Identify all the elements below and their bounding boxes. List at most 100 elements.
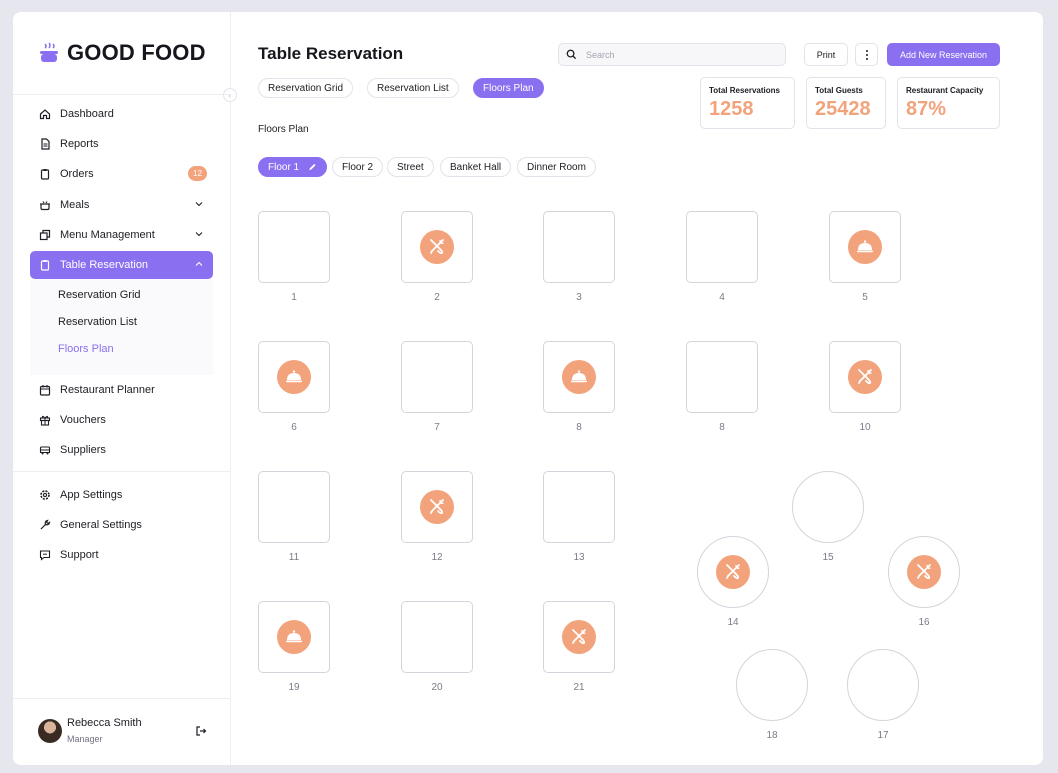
table-square[interactable] — [829, 341, 901, 413]
table-number: 8 — [719, 422, 725, 433]
sidebar-item-general-settings[interactable]: General Settings — [30, 511, 213, 539]
table-square[interactable] — [401, 341, 473, 413]
user-name: Rebecca Smith — [67, 717, 142, 729]
stat-value: 87% — [906, 98, 947, 120]
table-number: 14 — [727, 617, 739, 628]
table-square[interactable] — [543, 471, 615, 543]
table-number: 1 — [291, 292, 297, 303]
sidebar-item-label: Orders — [60, 168, 94, 180]
submenu-item-reservation-list[interactable]: Reservation List — [58, 316, 137, 328]
table-number: 10 — [859, 422, 871, 433]
sidebar-item-orders[interactable]: Orders 12 — [30, 160, 213, 188]
sidebar-item-reports[interactable]: Reports — [30, 130, 213, 158]
sidebar: GOOD FOOD ‹ Dashboard Reports Orders 12 … — [13, 12, 237, 765]
table-square[interactable] — [258, 601, 330, 673]
gear-icon — [39, 489, 51, 501]
more-options-button[interactable] — [855, 43, 878, 66]
table-square[interactable] — [543, 341, 615, 413]
table-square[interactable] — [401, 601, 473, 673]
brand-name: GOOD FOOD — [67, 40, 206, 65]
pot-logo-icon — [40, 42, 58, 62]
sidebar-item-menu-management[interactable]: Menu Management — [30, 221, 213, 249]
sidebar-item-app-settings[interactable]: App Settings — [30, 481, 213, 509]
floor-tab-floor-1[interactable]: Floor 1 — [258, 157, 327, 177]
table-number: 21 — [573, 682, 585, 693]
table-square[interactable] — [258, 341, 330, 413]
table-round[interactable] — [697, 536, 769, 608]
table-number: 15 — [822, 552, 834, 563]
search-bar[interactable] — [558, 43, 786, 66]
file-icon — [39, 138, 51, 150]
stat-label: Restaurant Capacity — [906, 86, 984, 95]
floor-tab-dinner-room[interactable]: Dinner Room — [517, 157, 596, 177]
sidebar-item-label: Reports — [60, 138, 99, 150]
divider — [13, 698, 231, 699]
floor-tab-street[interactable]: Street — [387, 157, 434, 177]
utensils-icon — [907, 555, 941, 589]
utensils-icon — [848, 360, 882, 394]
copy-icon — [39, 229, 51, 241]
table-square[interactable] — [686, 341, 758, 413]
sidebar-item-label: Dashboard — [60, 108, 114, 120]
table-round[interactable] — [792, 471, 864, 543]
search-input[interactable] — [586, 49, 776, 60]
add-new-reservation-button[interactable]: Add New Reservation — [887, 43, 1000, 66]
table-square[interactable] — [258, 471, 330, 543]
table-square[interactable] — [543, 601, 615, 673]
tab-reservation-grid[interactable]: Reservation Grid — [258, 78, 354, 98]
orders-count-badge: 12 — [188, 166, 207, 181]
table-round[interactable] — [847, 649, 919, 721]
chevron-up-icon — [195, 261, 203, 266]
sidebar-item-label: Support — [60, 549, 99, 561]
tab-reservation-list[interactable]: Reservation List — [367, 78, 459, 98]
chat-icon — [39, 549, 51, 561]
avatar — [38, 719, 62, 743]
sidebar-item-vouchers[interactable]: Vouchers — [30, 406, 213, 434]
tab-floors-plan[interactable]: Floors Plan — [473, 78, 544, 98]
table-square[interactable] — [258, 211, 330, 283]
page-title: Table Reservation — [258, 44, 404, 63]
table-square[interactable] — [829, 211, 901, 283]
floor-tab-label: Floor 1 — [268, 161, 300, 173]
sidebar-item-table-reservation[interactable]: Table Reservation — [30, 251, 213, 279]
pencil-icon[interactable] — [308, 162, 317, 172]
print-button[interactable]: Print — [804, 43, 848, 66]
sidebar-item-label: General Settings — [60, 519, 142, 531]
stat-total-guests: Total Guests 25428 — [806, 77, 886, 129]
divider — [13, 471, 231, 472]
pot-icon — [39, 199, 51, 211]
stat-value: 25428 — [815, 98, 871, 120]
floor-tab-banket-hall[interactable]: Banket Hall — [440, 157, 512, 177]
sidebar-item-meals[interactable]: Meals — [30, 191, 213, 219]
logout-icon[interactable] — [195, 725, 207, 737]
sidebar-item-restaurant-planner[interactable]: Restaurant Planner — [30, 376, 213, 404]
table-square[interactable] — [401, 471, 473, 543]
table-number: 2 — [434, 292, 440, 303]
submenu-item-reservation-grid[interactable]: Reservation Grid — [58, 289, 141, 301]
sidebar-item-support[interactable]: Support — [30, 541, 213, 569]
wrench-icon — [39, 519, 51, 531]
table-number: 7 — [434, 422, 440, 433]
sidebar-item-suppliers[interactable]: Suppliers — [30, 436, 213, 464]
floor-tab-floor-2[interactable]: Floor 2 — [332, 157, 384, 177]
stat-label: Total Guests — [815, 86, 863, 95]
table-number: 19 — [288, 682, 300, 693]
utensils-icon — [420, 490, 454, 524]
sidebar-item-label: App Settings — [60, 489, 123, 501]
table-round[interactable] — [888, 536, 960, 608]
table-square[interactable] — [401, 211, 473, 283]
submenu-item-floors-plan[interactable]: Floors Plan — [58, 343, 114, 355]
logo[interactable]: GOOD FOOD — [39, 40, 206, 66]
stat-total-reservations: Total Reservations 1258 — [700, 77, 795, 129]
table-number: 20 — [431, 682, 443, 693]
stat-restaurant-capacity: Restaurant Capacity 87% — [897, 77, 1000, 129]
table-number: 16 — [918, 617, 930, 628]
clipboard-icon — [39, 259, 51, 271]
more-vertical-icon — [865, 49, 868, 60]
user-profile[interactable]: Rebecca Smith Manager — [38, 717, 142, 744]
sidebar-item-dashboard[interactable]: Dashboard — [30, 100, 213, 128]
table-square[interactable] — [543, 211, 615, 283]
table-square[interactable] — [686, 211, 758, 283]
table-round[interactable] — [736, 649, 808, 721]
sidebar-item-label: Restaurant Planner — [60, 384, 155, 396]
